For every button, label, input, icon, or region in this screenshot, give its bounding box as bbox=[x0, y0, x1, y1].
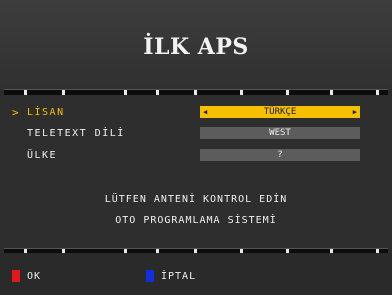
message-check-antenna: LÜTFEN ANTENİ KONTROL EDİN bbox=[104, 194, 288, 205]
language-selector[interactable]: ◀ TÜRKÇE ▶ bbox=[200, 106, 360, 118]
menu-item-label: ÜLKE bbox=[27, 150, 58, 161]
red-key-icon bbox=[12, 270, 20, 282]
menu-item-country[interactable]: ÜLKE ? bbox=[0, 148, 392, 164]
menu-item-label: LİSAN bbox=[27, 107, 65, 118]
page-title: İLK APS bbox=[143, 34, 249, 60]
menu-panel: > LİSAN ◀ TÜRKÇE ▶ TELETEXT DİLİ WEST ÜL… bbox=[0, 95, 392, 248]
ok-label: OK bbox=[27, 271, 42, 282]
footer-bar: OK İPTAL bbox=[0, 253, 392, 295]
message-auto-programming: OTO PROGRAMLAMA SİSTEMİ bbox=[115, 215, 277, 226]
menu-item-language[interactable]: > LİSAN ◀ TÜRKÇE ▶ bbox=[0, 105, 392, 121]
selector-value: ? bbox=[277, 150, 283, 160]
cancel-label: İPTAL bbox=[161, 271, 197, 282]
blue-key-icon bbox=[146, 270, 154, 282]
teletext-language-selector[interactable]: WEST bbox=[200, 127, 360, 139]
menu-item-teletext-language[interactable]: TELETEXT DİLİ WEST bbox=[0, 126, 392, 142]
country-selector[interactable]: ? bbox=[200, 149, 360, 161]
menu-item-label: TELETEXT DİLİ bbox=[27, 128, 125, 139]
selection-cursor-icon: > bbox=[12, 106, 19, 119]
selector-value: WEST bbox=[269, 128, 291, 138]
selector-value: TÜRKÇE bbox=[263, 107, 297, 117]
arrow-right-icon[interactable]: ▶ bbox=[353, 106, 357, 118]
screen: İLK APS > LİSAN ◀ TÜRKÇE ▶ TELETEXT DİLİ… bbox=[0, 0, 392, 295]
arrow-left-icon[interactable]: ◀ bbox=[203, 106, 207, 118]
